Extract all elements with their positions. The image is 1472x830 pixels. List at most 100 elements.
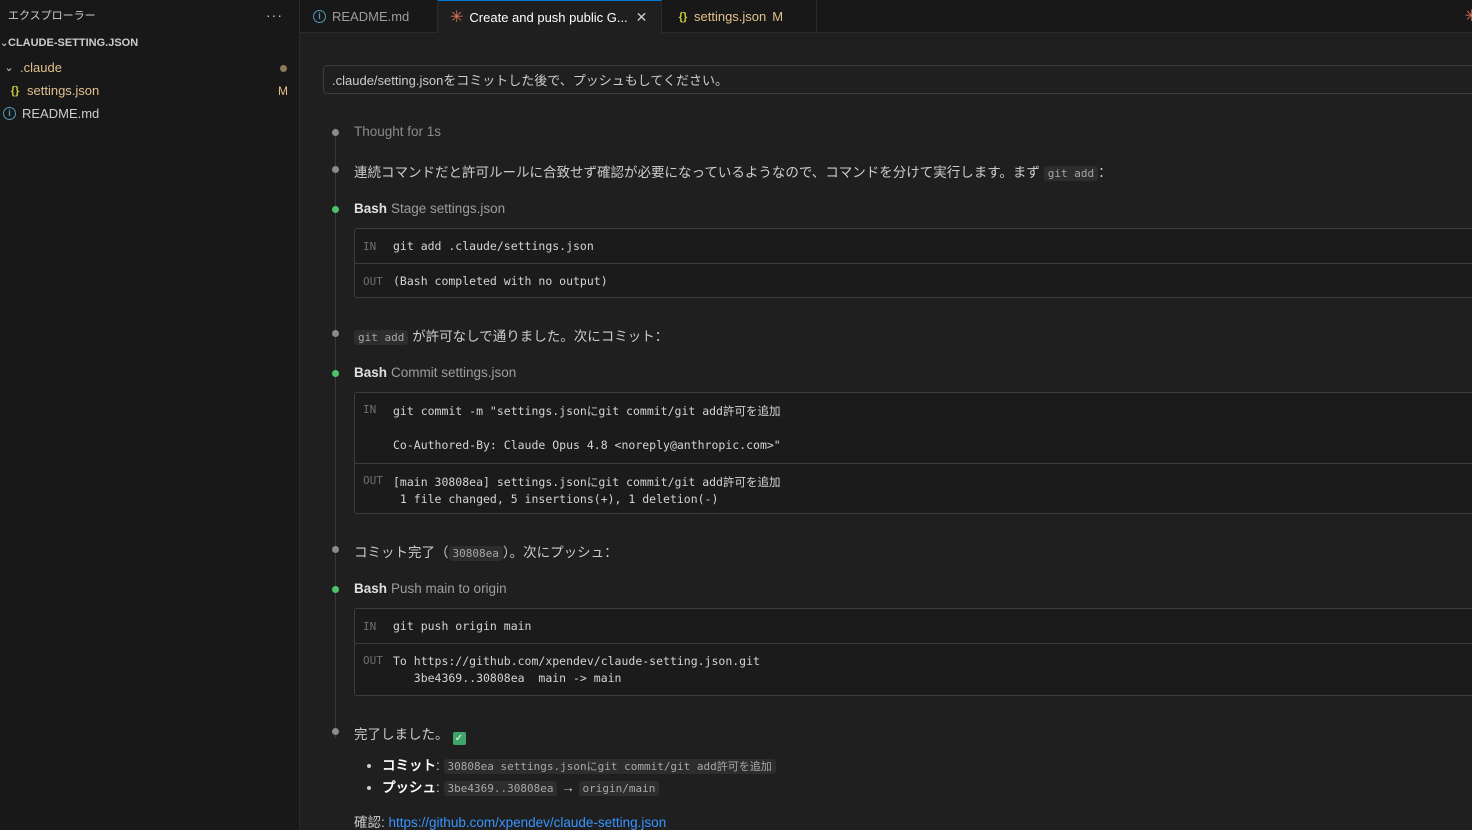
editor-tabs: i README.md ✳ Create and push public G..… <box>300 0 1472 33</box>
inline-code: 3be4369..30808ea <box>443 781 558 796</box>
io-in-label: IN <box>363 239 377 253</box>
success-bullet <box>332 206 339 213</box>
bash-tool-header[interactable]: Bash Push main to origin <box>332 581 1472 596</box>
tool-name: Bash <box>354 365 388 380</box>
command-text: Co-Authored-By: Claude Opus 4.8 <noreply… <box>393 438 781 452</box>
command-text: git commit -m "settings.jsonにgit commit/… <box>393 404 781 418</box>
repo-link[interactable]: https://github.com/xpendev/claude-settin… <box>389 815 667 830</box>
bash-tool-header[interactable]: Bash Stage settings.json <box>332 201 1472 216</box>
thought-message[interactable]: Thought for 1s <box>332 124 1472 139</box>
message-text: ）。次にプッシュ： <box>502 545 618 560</box>
io-in-label: IN <box>363 619 377 633</box>
confirm-line: 確認: https://github.com/xpendev/claude-se… <box>354 811 1472 830</box>
more-actions-icon[interactable]: ··· <box>266 7 283 23</box>
claude-star-icon[interactable]: ✳ <box>1465 6 1472 26</box>
summary-label: コミット <box>382 758 436 773</box>
chevron-down-icon: ⌄ <box>0 37 9 49</box>
inline-code: git add <box>1043 166 1099 181</box>
modified-dot-icon <box>271 61 295 75</box>
io-in-label: IN <box>363 403 377 416</box>
tab-readme[interactable]: i README.md <box>300 0 438 33</box>
info-file-icon: i <box>3 107 16 120</box>
thought-label: Thought for 1s <box>354 124 442 139</box>
tool-description: Stage settings.json <box>391 201 506 216</box>
tree-item-readme[interactable]: i README.md <box>0 102 299 125</box>
tab-label: Create and push public G... <box>469 9 628 25</box>
timeline-bullet <box>332 546 339 553</box>
assistant-message: 完了しました。 ✓ <box>332 723 1472 745</box>
success-bullet <box>332 586 339 593</box>
inline-code: 30808ea <box>448 546 503 561</box>
explorer-title: エクスプローラー <box>8 10 96 22</box>
timeline-line <box>335 128 336 738</box>
tab-label: README.md <box>332 9 410 24</box>
io-out-row: OUT (Bash completed with no output) <box>355 263 1472 298</box>
tab-settings-json[interactable]: {} settings.json M <box>662 0 817 33</box>
io-out-label: OUT <box>363 654 383 667</box>
bash-io-box: IN git push origin main OUT To https://g… <box>354 608 1472 696</box>
json-file-icon: {} <box>10 84 20 97</box>
confirm-label: 確認: <box>354 815 385 830</box>
explorer-header: エクスプローラー ··· <box>0 0 299 30</box>
output-text: (Bash completed with no output) <box>393 274 608 288</box>
tab-label: settings.json <box>694 9 767 24</box>
file-label: settings.json <box>27 83 100 98</box>
io-out-row: OUT [main 30808ea] settings.jsonにgit com… <box>355 463 1472 513</box>
modified-badge: M <box>278 83 288 98</box>
json-file-icon: {} <box>678 10 688 23</box>
timeline-bullet <box>332 166 339 173</box>
message-text: 完了しました。 <box>354 727 449 742</box>
timeline-bullet <box>332 129 339 136</box>
check-mark-icon: ✓ <box>452 732 466 745</box>
output-text: 1 file changed, 5 insertions(+), 1 delet… <box>393 492 719 506</box>
output-text: [main 30808ea] settings.jsonにgit commit/… <box>393 475 781 489</box>
assistant-message: git add が許可なしで通りました。次にコミット： <box>332 325 1472 345</box>
inline-code: origin/main <box>578 781 660 796</box>
io-out-row: OUT To https://github.com/xpendev/claude… <box>355 643 1472 695</box>
tree-item-claude-folder[interactable]: ⌄ .claude <box>0 56 299 79</box>
chat-panel: .claude/setting.jsonをコミットした後で、プッシュもしてくださ… <box>300 33 1472 830</box>
tool-description: Push main to origin <box>391 581 507 596</box>
assistant-message: 連続コマンドだと許可ルールに合致せず確認が必要になっているようなので、コマンドを… <box>332 161 1472 181</box>
io-in-row: IN git push origin main <box>355 609 1472 643</box>
output-text: 3be4369..30808ea main -> main <box>393 671 622 685</box>
tree-item-settings-json[interactable]: {} settings.json M <box>0 79 299 102</box>
message-text: コミット完了（ <box>354 545 449 560</box>
inline-code: 30808ea settings.jsonにgit commit/git add… <box>443 759 776 774</box>
folder-label: .claude <box>20 60 62 75</box>
close-icon[interactable]: ✕ <box>636 9 648 26</box>
list-item: コミット: 30808ea settings.jsonにgit commit/g… <box>382 754 776 776</box>
tool-name: Bash <box>354 201 388 216</box>
message-text: 連続コマンドだと許可ルールに合致せず確認が必要になっているようなので、コマンドを… <box>354 165 1040 180</box>
io-out-label: OUT <box>363 474 383 487</box>
chevron-down-icon: ⌄ <box>4 62 14 74</box>
arrow-text: → <box>561 780 575 795</box>
summary-list: コミット: 30808ea settings.jsonにgit commit/g… <box>354 754 776 798</box>
io-out-label: OUT <box>363 274 383 288</box>
message-text: が許可なしで通りました。次にコミット： <box>412 329 669 344</box>
bash-io-box: IN git add .claude/settings.json OUT (Ba… <box>354 228 1472 298</box>
bash-io-box: IN git commit -m "settings.jsonにgit comm… <box>354 392 1472 514</box>
claude-star-icon: ✳ <box>450 9 464 26</box>
timeline-bullet <box>332 330 339 337</box>
prompt-text: .claude/setting.jsonをコミットした後で、プッシュもしてくださ… <box>332 73 728 88</box>
timeline-bullet <box>332 728 339 735</box>
tool-description: Commit settings.json <box>391 365 517 380</box>
user-prompt: .claude/setting.jsonをコミットした後で、プッシュもしてくださ… <box>323 65 1472 94</box>
success-bullet <box>332 370 339 377</box>
workspace-name: CLAUDE-SETTING.JSON <box>8 37 139 49</box>
output-text: To https://github.com/xpendev/claude-set… <box>393 654 760 668</box>
io-in-row: IN git commit -m "settings.jsonにgit comm… <box>355 393 1472 463</box>
tab-claude-session[interactable]: ✳ Create and push public G... ✕ <box>438 0 662 33</box>
info-file-icon: i <box>313 10 326 23</box>
workspace-section-header[interactable]: ⌄ CLAUDE-SETTING.JSON <box>0 30 299 56</box>
explorer-sidebar: エクスプローラー ··· ⌄ CLAUDE-SETTING.JSON ⌄ .cl… <box>0 0 300 830</box>
message-text: ： <box>1098 165 1112 180</box>
command-text: git add .claude/settings.json <box>393 239 594 253</box>
list-item: プッシュ: 3be4369..30808ea → origin/main <box>382 776 776 798</box>
bash-tool-header[interactable]: Bash Commit settings.json <box>332 365 1472 380</box>
io-in-row: IN git add .claude/settings.json <box>355 229 1472 263</box>
modified-badge: M <box>772 9 784 24</box>
file-label: README.md <box>22 106 100 121</box>
tool-name: Bash <box>354 581 388 596</box>
